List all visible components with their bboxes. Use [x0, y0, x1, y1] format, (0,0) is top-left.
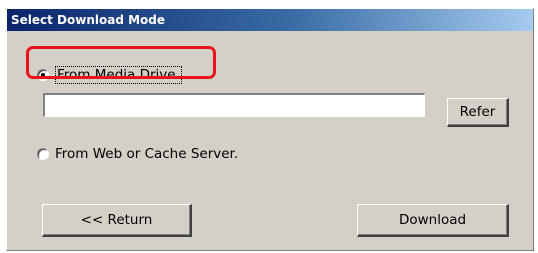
dialog-title: Select Download Mode	[7, 9, 533, 31]
media-drive-radio-button[interactable]	[37, 69, 49, 81]
from-media-drive-option[interactable]: From Media Drive.	[37, 66, 182, 84]
refer-button[interactable]: Refer	[447, 98, 509, 127]
media-drive-path-input[interactable]	[43, 93, 425, 117]
return-button[interactable]: << Return	[42, 204, 192, 237]
web-cache-server-radio-button[interactable]	[37, 148, 49, 160]
media-drive-radio-label[interactable]: From Media Drive.	[55, 66, 182, 84]
select-download-mode-dialog: Select Download Mode From Media Drive. R…	[6, 8, 534, 251]
download-button[interactable]: Download	[357, 204, 509, 237]
web-cache-server-radio-label[interactable]: From Web or Cache Server.	[55, 146, 238, 162]
from-web-or-cache-server-option[interactable]: From Web or Cache Server.	[37, 146, 238, 162]
